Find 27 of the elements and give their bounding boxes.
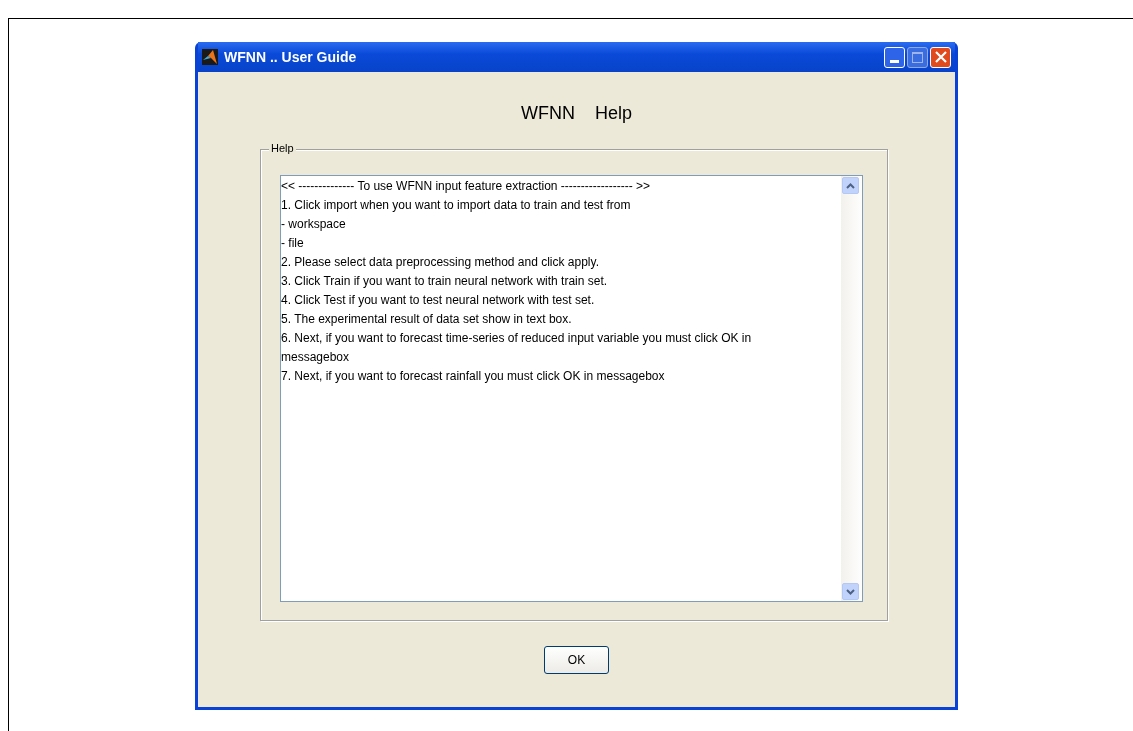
scroll-down-button[interactable]	[842, 583, 859, 600]
scroll-up-button[interactable]	[842, 177, 859, 194]
minimize-button[interactable]	[884, 46, 905, 68]
maximize-button[interactable]	[907, 46, 928, 68]
close-button[interactable]	[930, 46, 951, 68]
help-text-line: - file	[281, 235, 305, 252]
chevron-up-icon	[846, 182, 855, 189]
help-text-line: 4. Click Test if you want to test neural network with test set.	[281, 292, 596, 309]
maximize-icon	[912, 51, 923, 63]
help-text-line: << -------------- To use WFNN input feature extraction ------------------ >>	[281, 178, 652, 195]
close-icon	[934, 51, 947, 63]
ok-button[interactable]: OK	[544, 646, 609, 674]
dialog-heading: WFNN Help	[521, 103, 632, 124]
help-text-line: 1. Click import when you want to import data to train and test from	[281, 197, 632, 214]
window-title: WFNN .. User Guide	[224, 49, 358, 65]
help-text-line: 5. The experimental result of data set show in text box.	[281, 311, 573, 328]
vertical-scrollbar[interactable]	[841, 176, 862, 601]
help-text-line: 3. Click Train if you want to train neural network with train set.	[281, 273, 609, 290]
help-text-line: - workspace	[281, 216, 347, 233]
help-text-line: 6. Next, if you want to forecast time-series of reduced input variable you must click OK in	[281, 330, 753, 347]
help-text-line: messagebox	[281, 349, 351, 366]
help-text-line: 7. Next, if you want to forecast rainfall you must click OK in messagebox	[281, 368, 666, 385]
chevron-down-icon	[846, 588, 855, 595]
help-text-line: 2. Please select data preprocessing method and click apply.	[281, 254, 600, 271]
groupbox-label: Help	[269, 142, 296, 154]
minimize-icon	[890, 59, 899, 63]
app-logo-icon	[202, 49, 218, 65]
